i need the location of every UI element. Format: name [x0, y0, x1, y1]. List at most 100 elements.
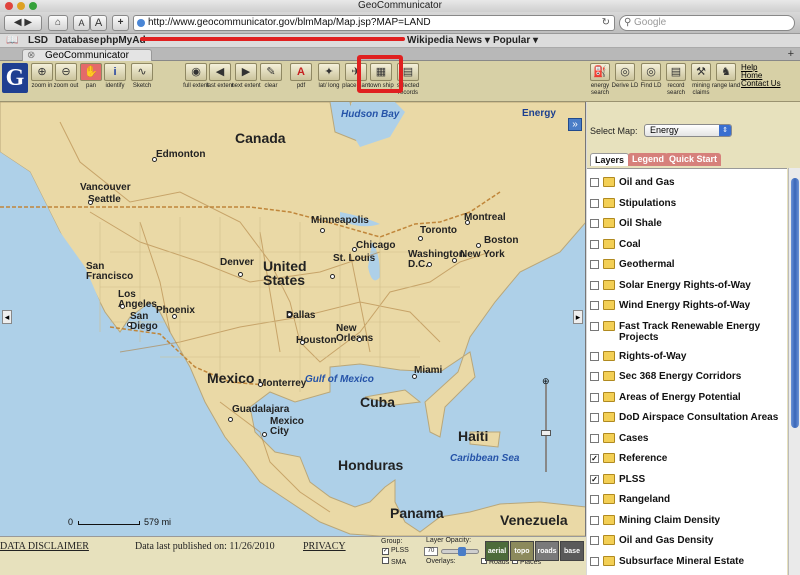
- map-label-city: Denver: [220, 257, 254, 268]
- back-arrow-icon[interactable]: ◀: [14, 17, 22, 28]
- reload-icon[interactable]: ↻: [602, 16, 610, 30]
- identify-button[interactable]: i: [104, 63, 126, 81]
- base-basemap-button[interactable]: base: [560, 541, 584, 561]
- layer-checkbox[interactable]: [590, 301, 599, 310]
- zoom-slider-handle[interactable]: [541, 430, 551, 436]
- record-search-button[interactable]: ▤: [666, 63, 686, 81]
- layer-checkbox[interactable]: [590, 433, 599, 443]
- zoom-out-button[interactable]: ⊖: [55, 63, 77, 81]
- text-bigger-button[interactable]: A: [90, 15, 107, 31]
- pan-button[interactable]: ✋: [80, 63, 102, 81]
- layer-checkbox[interactable]: [590, 515, 599, 525]
- help-links: Help Home Contact Us: [741, 64, 781, 88]
- search-field[interactable]: ⚲ Google: [619, 15, 795, 31]
- mining-claims-button[interactable]: ⚒: [691, 63, 711, 81]
- privacy-link[interactable]: PRIVACY: [303, 541, 346, 552]
- forward-arrow-icon[interactable]: ▶: [24, 17, 32, 28]
- bookmark-popular[interactable]: Popular ▾: [493, 34, 538, 47]
- bookmark-wikipedia[interactable]: Wikipedia: [407, 34, 454, 47]
- layer-list-scrollbar[interactable]: [788, 168, 800, 575]
- bookmark-lsd[interactable]: LSD: [28, 34, 48, 47]
- layer-checkbox[interactable]: [590, 198, 599, 208]
- sma-checkbox[interactable]: [382, 557, 389, 564]
- layer-checkbox[interactable]: ✓: [590, 454, 599, 463]
- back-forward-buttons[interactable]: ◀ ▶: [4, 15, 42, 31]
- lat-long-button[interactable]: ✦: [318, 63, 340, 81]
- tab-legend[interactable]: Legend: [628, 153, 669, 166]
- layer-checkbox[interactable]: [590, 536, 599, 545]
- clear-label: clear: [264, 83, 278, 89]
- layer-checkbox[interactable]: [590, 219, 599, 228]
- map-view[interactable]: Hudson Bay Canada Edmonton Vancouver Seattle…: [0, 102, 586, 536]
- layer-checkbox[interactable]: [590, 392, 599, 402]
- add-bookmark-button[interactable]: +: [112, 15, 129, 31]
- layer-checkbox[interactable]: [590, 413, 599, 422]
- zoom-window-button[interactable]: [29, 2, 37, 10]
- close-window-button[interactable]: [5, 2, 13, 10]
- sketch-button[interactable]: ∿: [131, 63, 153, 81]
- plss-checkbox[interactable]: ✓: [382, 548, 389, 555]
- group-plss-option[interactable]: ✓ PLSS: [382, 547, 409, 555]
- tab-close-icon[interactable]: ⊗: [27, 50, 35, 61]
- bookmark-database[interactable]: Database: [55, 34, 99, 47]
- layer-name: Fast Track Renewable Energy: [619, 320, 761, 332]
- layer-opacity-handle[interactable]: [458, 547, 466, 556]
- roads-basemap-button[interactable]: roads: [535, 541, 559, 561]
- collapse-panel-button[interactable]: »: [568, 118, 582, 131]
- minimize-window-button[interactable]: [17, 2, 25, 10]
- zoom-in-button[interactable]: ⊕: [31, 63, 53, 81]
- layer-checkbox[interactable]: [590, 556, 599, 566]
- home-button[interactable]: ⌂: [48, 15, 68, 31]
- folder-icon: [603, 494, 615, 504]
- layer-checkbox[interactable]: [590, 280, 599, 290]
- map-label-water: Gulf of Mexico: [305, 374, 374, 385]
- aerial-basemap-button[interactable]: aerial: [485, 541, 509, 561]
- layer-checkbox[interactable]: [590, 239, 599, 249]
- full-extent-button[interactable]: ◉: [185, 63, 207, 81]
- layer-checkbox[interactable]: [590, 495, 599, 504]
- layer-checkbox[interactable]: ✓: [590, 474, 599, 484]
- clear-button[interactable]: ✎: [260, 63, 282, 81]
- zoom-slider[interactable]: ⊕: [541, 376, 551, 476]
- layer-name: Stipulations: [619, 197, 677, 209]
- layer-checkbox[interactable]: [590, 351, 599, 361]
- address-bar[interactable]: http://www.geocommunicator.gov/blmMap/Ma…: [133, 15, 615, 31]
- folder-icon: [603, 473, 615, 484]
- pan-east-button[interactable]: ▸: [573, 310, 583, 324]
- layer-opacity-slider[interactable]: [441, 547, 479, 556]
- layer-checkbox[interactable]: [590, 260, 599, 269]
- select-map-dropdown[interactable]: Energy ⇕: [644, 124, 732, 137]
- energy-search-button[interactable]: ⛽: [590, 63, 610, 81]
- layer-checkbox[interactable]: [590, 178, 599, 187]
- bookmark-phpmyadmin[interactable]: phpMyAd: [100, 34, 146, 47]
- tab-layers[interactable]: Layers: [590, 153, 630, 166]
- redaction-mark: [140, 37, 405, 41]
- layer-checkbox[interactable]: [590, 372, 599, 381]
- range-land-button[interactable]: ♞: [716, 63, 736, 81]
- derive-ld-button[interactable]: ◎: [615, 63, 635, 81]
- layer-opacity-value[interactable]: 70: [424, 547, 438, 556]
- pdf-button[interactable]: A: [290, 63, 312, 81]
- tab-geocommunicator[interactable]: ⊗ GeoCommunicator: [22, 49, 152, 61]
- address-text: http://www.geocommunicator.gov/blmMap/Ma…: [148, 17, 431, 28]
- folder-icon: [603, 177, 615, 187]
- topo-basemap-button[interactable]: topo: [510, 541, 534, 561]
- contact-us-link[interactable]: Contact Us: [741, 80, 781, 88]
- bookmark-news[interactable]: News ▾: [456, 34, 490, 47]
- pan-west-button[interactable]: ◂: [2, 310, 12, 324]
- township-highlight-box: [357, 55, 403, 93]
- new-tab-button[interactable]: +: [788, 48, 794, 60]
- data-disclaimer-link[interactable]: DATA DISCLAIMER: [0, 541, 89, 552]
- find-ld-button[interactable]: ◎: [641, 63, 661, 81]
- next-extent-button[interactable]: ▶: [235, 63, 257, 81]
- zoom-plus-icon[interactable]: ⊕: [542, 376, 550, 387]
- sma-label: SMA: [390, 559, 407, 566]
- text-smaller-button[interactable]: A: [73, 15, 90, 31]
- last-extent-button[interactable]: ◀: [209, 63, 231, 81]
- group-sma-option[interactable]: SMA: [382, 557, 406, 566]
- tab-quick-start[interactable]: Quick Start: [665, 153, 722, 166]
- scrollbar-thumb[interactable]: [791, 178, 799, 428]
- layer-checkbox[interactable]: [590, 321, 599, 331]
- bookmarks-book-icon[interactable]: 📖: [6, 34, 18, 47]
- derive-ld-icon: ◎: [620, 66, 630, 78]
